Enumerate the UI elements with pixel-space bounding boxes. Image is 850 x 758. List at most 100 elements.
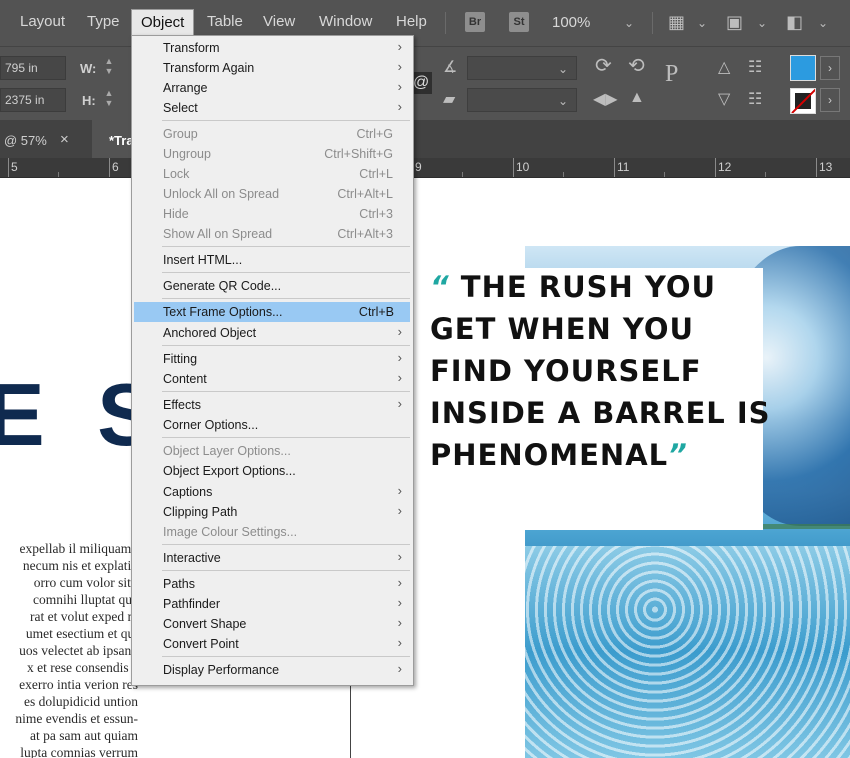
menu-item-paths[interactable]: Paths › — [132, 574, 413, 594]
rotate-angle-icon: ∡ — [443, 59, 458, 76]
menu-item-image-colour-settings[interactable]: Image Colour Settings... — [132, 522, 413, 542]
quote-line: GET WHEN YOU — [430, 312, 695, 346]
y-position-field[interactable]: 2375 in — [0, 88, 66, 112]
menu-item-label: Pathfinder — [163, 597, 220, 611]
flip-horizontal-icon[interactable]: ◀▶ — [593, 90, 618, 110]
menu-item-lock[interactable]: Lock Ctrl+L — [132, 164, 413, 184]
menu-item-fitting[interactable]: Fitting › — [132, 349, 413, 369]
menu-item-effects[interactable]: Effects › — [132, 395, 413, 415]
chevron-right-icon: › — [397, 370, 402, 385]
menu-layout[interactable]: Layout — [20, 13, 65, 30]
menu-item-transform-again[interactable]: Transform Again › — [132, 58, 413, 78]
chevron-down-icon[interactable]: ⌄ — [558, 62, 568, 76]
menu-item-convert-shape[interactable]: Convert Shape › — [132, 614, 413, 634]
menu-item-arrange[interactable]: Arrange › — [132, 78, 413, 98]
menu-item-show-all[interactable]: Show All on Spread Ctrl+Alt+3 — [132, 224, 413, 244]
menu-item-shortcut: Ctrl+Shift+G — [324, 147, 393, 161]
select-previous-icon[interactable]: ▽ — [718, 90, 730, 110]
menu-item-display-performance[interactable]: Display Performance › — [132, 660, 413, 680]
screen-mode-icon[interactable]: ▦ — [668, 12, 685, 32]
chevron-down-icon[interactable]: ⌄ — [624, 16, 634, 30]
select-container-icon[interactable]: △ — [718, 58, 730, 78]
height-label: H: — [82, 93, 96, 108]
document-canvas[interactable]: E S expellab il miliquamu necum nis et e… — [0, 178, 850, 758]
rotate-counterclockwise-icon[interactable]: ⟲ — [628, 56, 645, 76]
tab-document-1[interactable]: @ 57% × — [0, 120, 92, 158]
ruler-label: 10 — [516, 160, 530, 174]
body-line: lupta comnias verrum — [20, 745, 138, 758]
menu-item-captions[interactable]: Captions › — [132, 482, 413, 502]
rotate-clockwise-icon[interactable]: ⟳ — [595, 56, 612, 76]
body-text-frame[interactable]: expellab il miliquamu necum nis et expla… — [0, 540, 138, 758]
menu-window[interactable]: Window — [319, 13, 372, 30]
menu-item-insert-html[interactable]: Insert HTML... — [132, 250, 413, 270]
menu-item-select[interactable]: Select › — [132, 98, 413, 118]
menu-item-object-export-options[interactable]: Object Export Options... — [132, 461, 413, 481]
fill-swatch[interactable] — [790, 55, 816, 81]
menu-table[interactable]: Table — [207, 13, 243, 30]
menu-item-shortcut: Ctrl+Alt+3 — [337, 227, 393, 241]
menu-item-interactive[interactable]: Interactive › — [132, 548, 413, 568]
chevron-down-icon[interactable]: ⌄ — [558, 94, 568, 108]
arrange-documents-icon[interactable]: ◧ — [786, 12, 803, 32]
menu-separator — [162, 298, 410, 299]
chevron-down-icon[interactable]: ⌄ — [757, 16, 767, 30]
zoom-level[interactable]: 100% — [552, 14, 590, 31]
select-next-icon[interactable]: ☷ — [748, 90, 762, 110]
menu-item-label: Captions — [163, 485, 213, 499]
menu-item-label: Image Colour Settings... — [163, 525, 298, 539]
menu-item-content[interactable]: Content › — [132, 369, 413, 389]
menu-item-corner-options[interactable]: Corner Options... — [132, 415, 413, 435]
stock-icon[interactable]: St — [509, 12, 529, 32]
menu-item-label: Transform — [163, 41, 220, 55]
menu-item-label: Generate QR Code... — [163, 279, 282, 293]
chevron-right-icon[interactable]: › — [820, 56, 840, 80]
menu-item-text-frame-options[interactable]: Text Frame Options... Ctrl+B — [134, 302, 410, 322]
menu-item-group[interactable]: Group Ctrl+G — [132, 124, 413, 144]
body-line: rat et volut exped m — [30, 609, 138, 624]
flip-vertical-icon[interactable]: ▲ — [629, 88, 645, 108]
pull-quote[interactable]: “ THE RUSH YOU GET WHEN YOU FIND YOURSEL… — [430, 266, 771, 476]
menu-item-label: Insert HTML... — [163, 253, 243, 267]
menu-item-ungroup[interactable]: Ungroup Ctrl+Shift+G — [132, 144, 413, 164]
chevron-right-icon: › — [397, 661, 402, 676]
select-content-icon[interactable]: ☷ — [748, 58, 762, 78]
menu-help[interactable]: Help — [396, 13, 427, 30]
menu-item-label: Paths — [163, 577, 195, 591]
chevron-down-icon[interactable]: ⌄ — [697, 16, 707, 30]
chevron-right-icon: › — [397, 549, 402, 564]
menu-item-label: Object Layer Options... — [163, 444, 291, 458]
menu-item-unlock-all[interactable]: Unlock All on Spread Ctrl+Alt+L — [132, 184, 413, 204]
menu-item-pathfinder[interactable]: Pathfinder › — [132, 594, 413, 614]
view-options-icon[interactable]: ▣ — [726, 12, 743, 32]
menu-item-clipping-path[interactable]: Clipping Path › — [132, 502, 413, 522]
menu-view[interactable]: View — [263, 13, 295, 30]
height-stepper[interactable]: ▲ ▼ — [102, 88, 116, 112]
menu-item-label: Effects — [163, 398, 201, 412]
menu-item-hide[interactable]: Hide Ctrl+3 — [132, 204, 413, 224]
bridge-icon[interactable]: Br — [465, 12, 485, 32]
sea-foam — [525, 546, 850, 758]
ruler-tick — [614, 158, 615, 177]
width-stepper[interactable]: ▲ ▼ — [102, 56, 116, 80]
chevron-right-icon[interactable]: › — [820, 88, 840, 112]
quote-line-1: “ THE RUSH YOU — [430, 266, 771, 308]
reference-point-icon[interactable]: P — [665, 62, 678, 86]
body-line: uos velectet ab ipsand — [19, 643, 138, 658]
menu-item-shortcut: Ctrl+Alt+L — [337, 187, 393, 201]
menu-item-generate-qr[interactable]: Generate QR Code... — [132, 276, 413, 296]
menu-item-transform[interactable]: Transform › — [132, 38, 413, 58]
menu-object[interactable]: Object — [131, 9, 195, 36]
chevron-down-icon[interactable]: ⌄ — [818, 16, 828, 30]
menu-type[interactable]: Type — [87, 13, 120, 30]
menu-item-label: Corner Options... — [163, 418, 259, 432]
menu-item-object-layer-options[interactable]: Object Layer Options... — [132, 441, 413, 461]
stroke-swatch[interactable] — [790, 88, 816, 114]
close-icon[interactable]: × — [60, 131, 69, 148]
ruler-label: 13 — [819, 160, 833, 174]
menu-item-anchored-object[interactable]: Anchored Object › — [132, 323, 413, 343]
menu-item-convert-point[interactable]: Convert Point › — [132, 634, 413, 654]
x-position-field[interactable]: 795 in — [0, 56, 66, 80]
horizontal-ruler[interactable]: 5 6 9 10 11 12 13 — [0, 158, 850, 178]
quote-line: FIND YOURSELF — [430, 354, 702, 388]
